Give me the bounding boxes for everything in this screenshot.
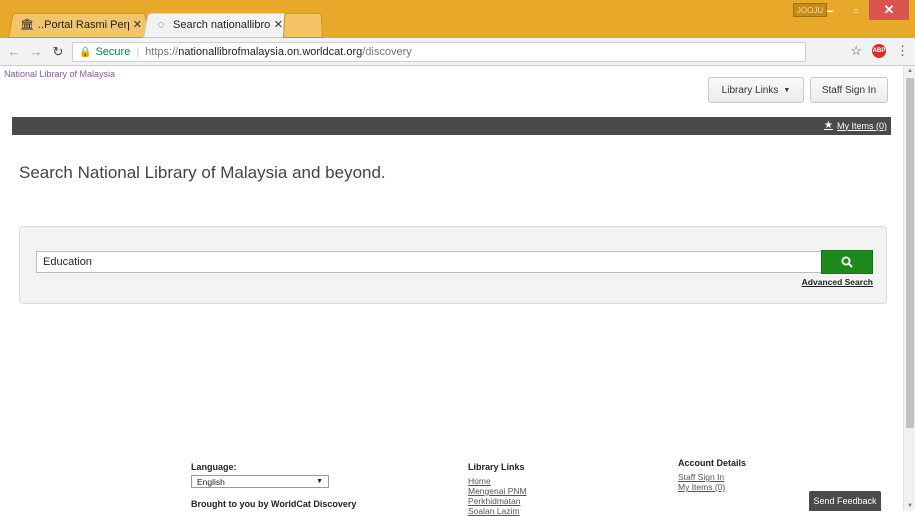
brought-to-you: Brought to you by WorldCat Discovery <box>191 499 357 509</box>
footer-link-mengenai[interactable]: Mengenai PNM <box>468 486 527 496</box>
top-bar: ★ My Items (0) <box>12 117 891 135</box>
loading-icon: ◌ <box>157 18 165 31</box>
search-icon <box>841 256 853 268</box>
page-title: Search National Library of Malaysia and … <box>19 163 386 182</box>
footer-library-links: Library Links Home Mengenai PNM Perkhidm… <box>468 462 527 516</box>
page-content: National Library of Malaysia Library Lin… <box>0 66 903 516</box>
scrollbar-thumb[interactable] <box>906 78 914 428</box>
close-tab-icon[interactable]: ✕ <box>274 18 283 31</box>
scroll-down-icon[interactable]: ▼ <box>904 501 915 511</box>
adblock-icon[interactable]: ABP <box>872 44 886 58</box>
address-bar[interactable]: 🔒 Secure | https://nationallibrofmalaysi… <box>72 42 806 62</box>
url-scheme: https:// <box>145 46 179 58</box>
close-tab-icon[interactable]: ✕ <box>133 18 142 31</box>
footer-account: Account Details Staff Sign In My Items (… <box>678 458 746 492</box>
language-label: Language: <box>191 462 237 472</box>
footer-link-soalan[interactable]: Soalan Lazim <box>468 506 527 516</box>
menu-kebab-icon[interactable]: ⋮ <box>896 43 909 59</box>
send-feedback-button[interactable]: Send Feedback <box>809 491 881 511</box>
star-bookmark-icon[interactable]: ☆ <box>850 43 862 59</box>
search-panel: Advanced Search <box>19 226 887 304</box>
url-host: nationallibrofmalaysia.on.worldcat.org <box>178 46 363 58</box>
star-icon: ★ <box>824 120 833 131</box>
library-icon: 🏛 <box>20 18 34 31</box>
advanced-search-link[interactable]: Advanced Search <box>802 277 873 287</box>
new-tab-button[interactable] <box>283 11 323 39</box>
my-items-label: My Items (0) <box>836 120 887 131</box>
divider: | <box>136 46 140 58</box>
footer-link-perkhidmatan[interactable]: Perkhidmatan <box>468 496 527 506</box>
lock-icon: 🔒 <box>79 46 92 58</box>
footer-link-staff-sign-in[interactable]: Staff Sign In <box>678 472 746 482</box>
browser-title-bar: 🏛 ..Portal Rasmi Perpustak ✕ ◌ Search na… <box>0 0 915 39</box>
search-button[interactable] <box>821 250 873 274</box>
staff-sign-in-button[interactable]: Staff Sign In <box>810 77 888 103</box>
tab-title: Search nationallibrofmal <box>173 18 270 31</box>
search-input[interactable] <box>36 251 822 273</box>
forward-icon[interactable]: → <box>28 44 44 59</box>
url-path: /discovery <box>362 46 412 58</box>
vertical-scrollbar[interactable]: ▲ ▼ <box>903 66 915 511</box>
footer-link-my-items[interactable]: My Items (0) <box>678 482 746 492</box>
scroll-up-icon[interactable]: ▲ <box>904 66 915 76</box>
maximize-icon[interactable]: ▫ <box>843 0 869 20</box>
minimize-icon[interactable]: – <box>817 0 843 20</box>
my-items-link[interactable]: ★ My Items (0) <box>824 120 887 131</box>
footer-heading: Library Links <box>468 462 525 472</box>
language-value: English <box>197 476 225 487</box>
tab-portal-rasmi[interactable]: 🏛 ..Portal Rasmi Perpustak ✕ <box>8 11 150 39</box>
browser-toolbar: ← → ↻ 🔒 Secure | https://nationallibrofm… <box>0 38 915 66</box>
tab-title: ..Portal Rasmi Perpustak <box>38 18 129 31</box>
footer-link-home[interactable]: Home <box>468 476 527 486</box>
reload-icon[interactable]: ↻ <box>50 44 66 60</box>
caret-down-icon: ▼ <box>316 478 323 485</box>
language-select[interactable]: English ▼ <box>191 475 329 488</box>
footer-heading: Account Details <box>678 458 747 468</box>
library-links-button[interactable]: Library Links ▼ <box>708 77 804 103</box>
back-icon[interactable]: ← <box>6 44 22 59</box>
secure-label: Secure <box>95 46 131 58</box>
library-links-label: Library Links <box>721 84 779 96</box>
caret-down-icon: ▼ <box>783 86 791 94</box>
close-window-icon[interactable]: ✕ <box>869 0 909 20</box>
tab-search-active[interactable]: ◌ Search nationallibrofmal ✕ <box>143 11 291 39</box>
library-name[interactable]: National Library of Malaysia <box>4 69 115 79</box>
